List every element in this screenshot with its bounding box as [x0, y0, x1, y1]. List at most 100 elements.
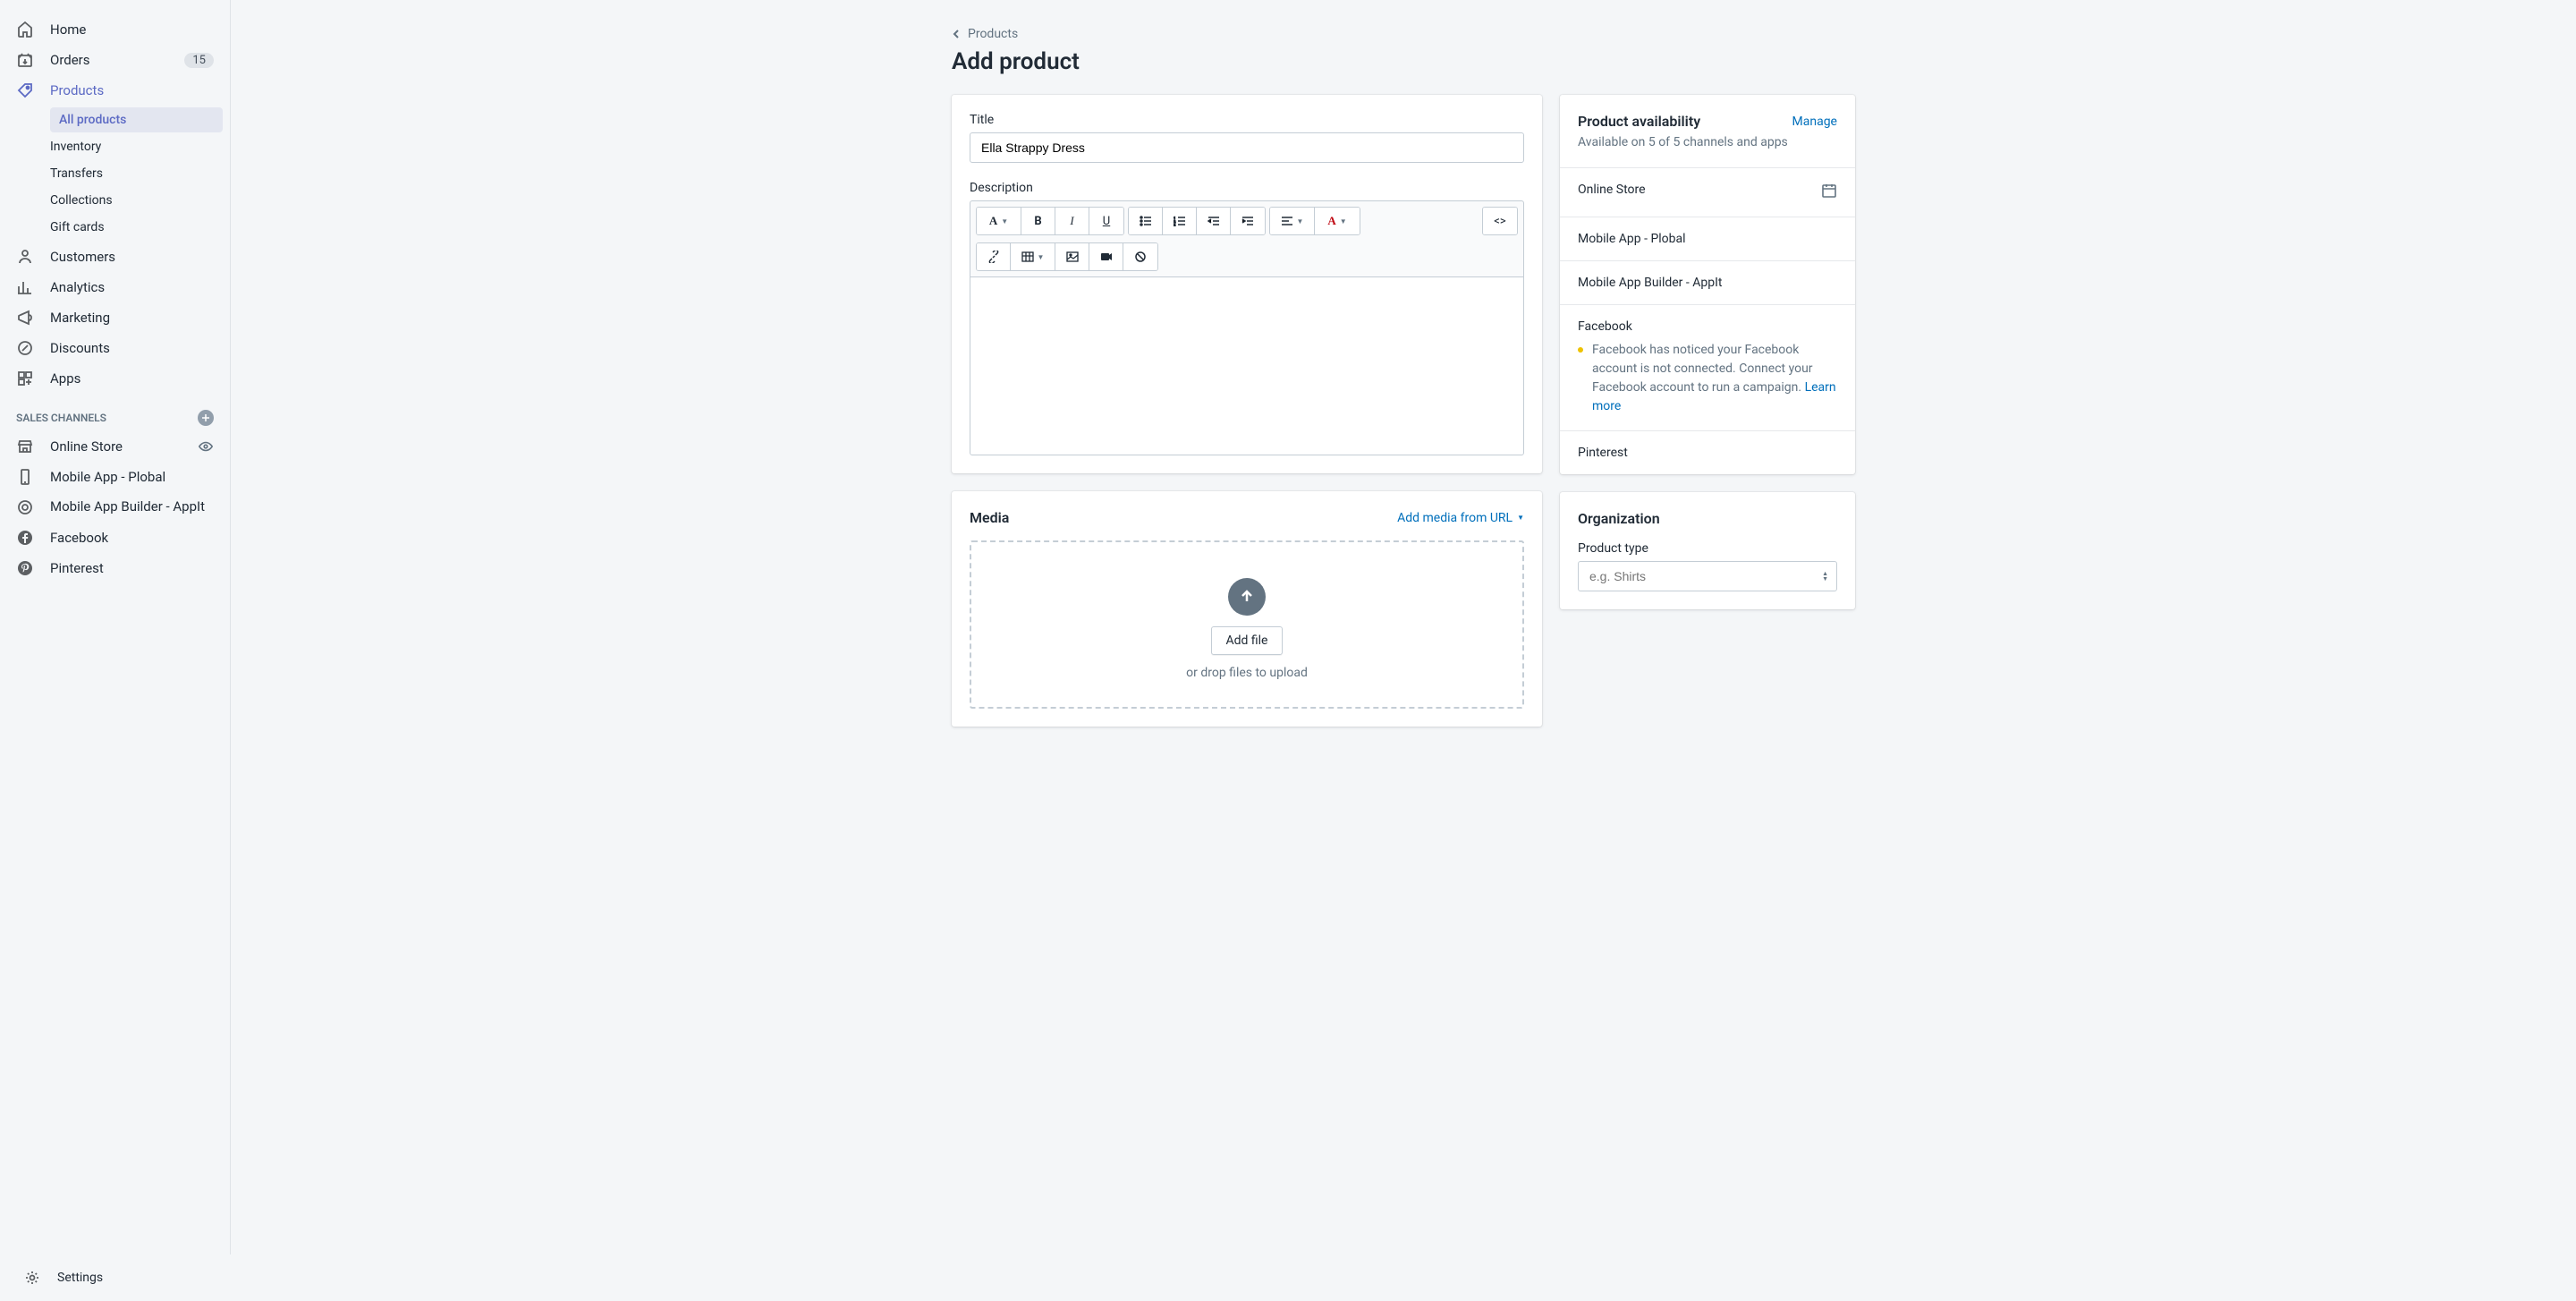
select-caret-icon: ▲▼ [1822, 571, 1828, 582]
subnav-inventory[interactable]: Inventory [41, 134, 223, 159]
number-list-button[interactable]: 123 [1163, 208, 1197, 234]
warning-bullet [1578, 347, 1583, 353]
sales-channels-label: SALES CHANNELS [16, 412, 106, 424]
nav-label: Marketing [50, 310, 214, 326]
channel-appit[interactable]: Mobile App Builder - AppIt [7, 492, 223, 523]
nav-label: Orders [50, 52, 184, 68]
subnav-gift-cards[interactable]: Gift cards [41, 215, 223, 240]
code-view-button[interactable]: <> [1483, 208, 1517, 234]
nav-analytics[interactable]: Analytics [7, 272, 223, 302]
nav-marketing[interactable]: Marketing [7, 302, 223, 333]
title-label: Title [970, 113, 1524, 127]
outdent-button[interactable] [1197, 208, 1231, 234]
app-root: Home Orders 15 Products All products Inv… [0, 0, 2576, 1301]
indent-button[interactable] [1231, 208, 1265, 234]
channel-label: Pinterest [50, 560, 214, 576]
description-label: Description [970, 181, 1524, 195]
media-card: Media Add media from URL▼ Add file or dr… [952, 491, 1542, 727]
svg-text:3: 3 [1174, 223, 1175, 226]
availability-pinterest: Pinterest [1560, 430, 1855, 474]
channel-label: Mobile App - Plobal [50, 469, 214, 485]
calendar-icon[interactable] [1821, 183, 1837, 202]
facebook-icon [16, 529, 34, 547]
media-title: Media [970, 509, 1009, 526]
nav-label: Apps [50, 370, 214, 387]
nav-customers[interactable]: Customers [7, 242, 223, 272]
channel-name: Online Store [1578, 183, 1646, 197]
availability-card: Product availability Manage Available on… [1560, 95, 1855, 474]
availability-title: Product availability [1578, 113, 1700, 130]
channel-plobal[interactable]: Mobile App - Plobal [7, 462, 223, 492]
view-store-icon[interactable] [198, 438, 214, 455]
editor-toolbar: A▼ B I U 123 [970, 200, 1524, 276]
organization-card: Organization Product type ▲▼ [1560, 492, 1855, 609]
nav-orders[interactable]: Orders 15 [7, 45, 223, 75]
target-icon [16, 498, 34, 516]
sales-channels-header: SALES CHANNELS [7, 394, 223, 431]
title-card: Title Description A▼ B I U [952, 95, 1542, 473]
channel-pinterest[interactable]: Pinterest [7, 553, 223, 583]
page-title: Add product [952, 48, 1855, 75]
subnav-collections[interactable]: Collections [41, 188, 223, 213]
add-media-url-button[interactable]: Add media from URL▼ [1397, 511, 1524, 525]
settings-icon [23, 1269, 41, 1287]
text-color-button[interactable]: A▼ [1315, 208, 1360, 234]
image-button[interactable] [1055, 243, 1089, 270]
clear-format-button[interactable] [1123, 243, 1157, 270]
description-editor[interactable] [970, 276, 1524, 455]
channel-name: Pinterest [1578, 446, 1628, 460]
nav-products[interactable]: Products [7, 75, 223, 106]
store-icon [16, 438, 34, 455]
bullet-list-button[interactable] [1129, 208, 1163, 234]
video-button[interactable] [1089, 243, 1123, 270]
add-file-button[interactable]: Add file [1211, 626, 1284, 655]
nav-home[interactable]: Home [7, 14, 223, 45]
nav-discounts[interactable]: Discounts [7, 333, 223, 363]
settings-label: Settings [57, 1271, 103, 1285]
link-button[interactable] [977, 243, 1011, 270]
nav-apps[interactable]: Apps [7, 363, 223, 394]
availability-appit: Mobile App Builder - AppIt [1560, 260, 1855, 304]
underline-button[interactable]: U [1089, 208, 1123, 234]
product-type-label: Product type [1578, 541, 1837, 556]
font-style-button[interactable]: A▼ [977, 208, 1021, 234]
products-subnav: All products Inventory Transfers Collect… [7, 107, 223, 240]
nav-label: Products [50, 82, 214, 98]
media-dropzone[interactable]: Add file or drop files to upload [970, 540, 1524, 709]
italic-button[interactable]: I [1055, 208, 1089, 234]
marketing-icon [16, 309, 34, 327]
availability-facebook: Facebook Facebook has noticed your Faceb… [1560, 304, 1855, 430]
breadcrumb-label: Products [968, 27, 1018, 41]
sidebar: Home Orders 15 Products All products Inv… [0, 0, 231, 1301]
subnav-transfers[interactable]: Transfers [41, 161, 223, 186]
orders-badge: 15 [184, 53, 214, 68]
content-cols: Title Description A▼ B I U [952, 95, 1855, 744]
add-channel-button[interactable] [198, 410, 214, 426]
bold-button[interactable]: B [1021, 208, 1055, 234]
channel-facebook[interactable]: Facebook [7, 523, 223, 553]
subnav-all-products[interactable]: All products [50, 107, 223, 132]
nav-settings[interactable]: Settings [7, 1254, 231, 1301]
breadcrumb[interactable]: Products [952, 27, 1855, 41]
apps-icon [16, 370, 34, 387]
channel-name: Mobile App - Plobal [1578, 232, 1686, 246]
main-content: Products Add product Title Description [231, 0, 2576, 1301]
pinterest-icon [16, 559, 34, 577]
title-input[interactable] [970, 132, 1524, 163]
channel-online-store[interactable]: Online Store [7, 431, 223, 462]
nav-label: Customers [50, 249, 214, 265]
availability-plobal: Mobile App - Plobal [1560, 217, 1855, 260]
table-button[interactable]: ▼ [1011, 243, 1055, 270]
orders-icon [16, 51, 34, 69]
availability-online-store: Online Store [1560, 167, 1855, 217]
align-button[interactable]: ▼ [1270, 208, 1315, 234]
customers-icon [16, 248, 34, 266]
organization-title: Organization [1578, 510, 1837, 527]
product-type-input[interactable] [1578, 561, 1837, 591]
channel-label: Online Store [50, 438, 198, 455]
nav-label: Discounts [50, 340, 214, 356]
nav-label: Home [50, 21, 214, 38]
manage-availability-button[interactable]: Manage [1792, 115, 1837, 129]
channel-label: Mobile App Builder - AppIt [50, 498, 214, 516]
channel-name: Facebook [1578, 319, 1837, 334]
